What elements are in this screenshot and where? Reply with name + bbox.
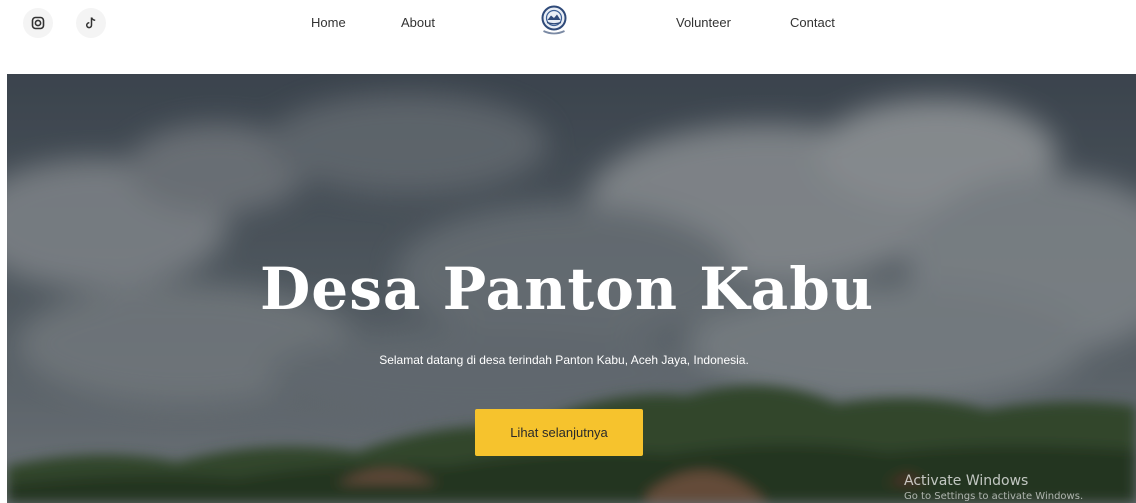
nav-home-link[interactable]: Home xyxy=(311,15,346,30)
top-navbar: Home About Volunteer Contact xyxy=(0,0,1136,62)
nav-about-link[interactable]: About xyxy=(401,15,435,30)
see-more-button[interactable]: Lihat selanjutnya xyxy=(475,409,643,456)
instagram-link[interactable] xyxy=(23,8,53,38)
windows-activation-watermark: Activate Windows Go to Settings to activ… xyxy=(904,472,1083,503)
hero-subtitle: Selamat datang di desa terindah Panton K… xyxy=(379,353,749,367)
hero-section: Desa Panton Kabu Selamat datang di desa … xyxy=(7,74,1136,503)
village-emblem-icon xyxy=(541,5,567,35)
instagram-icon xyxy=(31,16,45,30)
nav-contact-link[interactable]: Contact xyxy=(790,15,835,30)
watermark-subtitle: Go to Settings to activate Windows. xyxy=(904,491,1084,502)
village-logo[interactable] xyxy=(539,4,569,38)
watermark-title: Activate Windows xyxy=(904,473,1029,489)
hero-title: Desa Panton Kabu xyxy=(260,254,874,323)
tiktok-icon xyxy=(85,17,96,29)
nav-volunteer-link[interactable]: Volunteer xyxy=(676,15,731,30)
tiktok-link[interactable] xyxy=(76,8,106,38)
